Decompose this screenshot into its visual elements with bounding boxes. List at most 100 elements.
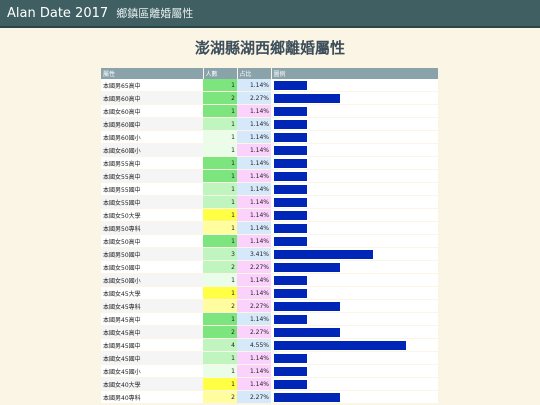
row-percent: 4.55%: [237, 338, 271, 352]
row-count: 2: [203, 390, 237, 404]
table-row: 本國女60國小 1 1.14%: [101, 143, 438, 157]
row-percent: 1.14%: [237, 364, 271, 378]
row-attribute: 本國男65高中: [101, 79, 203, 92]
row-legend-cell: [271, 390, 438, 404]
row-legend-cell: [271, 195, 438, 209]
table-row: 本國女50大學 1 1.14%: [101, 208, 438, 222]
row-bar: [274, 327, 340, 337]
table-row: 本國男55國中 1 1.14%: [101, 182, 438, 196]
row-count: 1: [203, 364, 237, 378]
row-legend-cell: [271, 91, 438, 105]
row-bar: [274, 184, 307, 194]
row-percent: 1.14%: [237, 221, 271, 235]
row-count: 1: [203, 234, 237, 248]
row-percent: 2.27%: [237, 325, 271, 339]
row-percent: 1.14%: [237, 208, 271, 222]
row-count: 1: [203, 286, 237, 300]
row-percent: 1.14%: [237, 143, 271, 157]
row-count: 1: [203, 195, 237, 209]
row-attribute: 本國女45專科: [101, 299, 203, 313]
row-bar: [274, 106, 307, 116]
row-count: 2: [203, 299, 237, 313]
row-count: 1: [203, 104, 237, 118]
row-legend-cell: [271, 260, 438, 274]
row-bar: [274, 262, 340, 272]
table-row: 本國男50專科 1 1.14%: [101, 221, 438, 235]
row-bar: [274, 249, 373, 259]
row-legend-cell: [271, 156, 438, 170]
row-bar: [274, 236, 307, 246]
row-legend-cell: [271, 312, 438, 326]
row-bar: [274, 197, 307, 207]
row-attribute: 本國男55高中: [101, 156, 203, 170]
row-bar: [274, 288, 307, 298]
row-bar: [274, 80, 307, 90]
table-row: 本國男65高中 1 1.14%: [101, 79, 438, 92]
row-count: 1: [203, 273, 237, 287]
row-legend-cell: [271, 377, 438, 391]
row-attribute: 本國女50國中: [101, 260, 203, 274]
row-count: 1: [203, 377, 237, 391]
app-subtitle: 鄉鎮區離婚屬性: [116, 7, 194, 20]
row-percent: 1.14%: [237, 273, 271, 287]
table-row: 本國男50國中 3 3.41%: [101, 247, 438, 261]
row-attribute: 本國女40大學: [101, 377, 203, 391]
table-row: 本國男40專科 2 2.27%: [101, 390, 438, 404]
row-count: 3: [203, 247, 237, 261]
row-attribute: 本國女45國中: [101, 351, 203, 365]
row-count: 1: [203, 208, 237, 222]
row-attribute: 本國女50大學: [101, 208, 203, 222]
row-count: 1: [203, 182, 237, 196]
column-header-legend: 圖例: [271, 68, 439, 79]
row-percent: 1.14%: [237, 195, 271, 209]
row-percent: 1.14%: [237, 182, 271, 196]
row-bar: [274, 353, 307, 363]
row-legend-cell: [271, 338, 438, 352]
row-legend-cell: [271, 104, 438, 118]
row-bar: [274, 392, 340, 402]
row-legend-cell: [271, 143, 438, 157]
row-bar: [274, 158, 307, 168]
row-bar: [274, 132, 307, 142]
table-body: 本國男65高中 1 1.14% 本國男60高中 2 2.27% 本國女60高中 1 1.14% 本…: [101, 79, 438, 404]
app-header-bar: Alan Date 2017 鄉鎮區離婚屬性: [0, 0, 540, 28]
row-percent: 1.14%: [237, 104, 271, 118]
row-attribute: 本國男60國小: [101, 130, 203, 144]
row-legend-cell: [271, 117, 438, 131]
row-percent: 1.14%: [237, 312, 271, 326]
table-row: 本國男60高中 2 2.27%: [101, 91, 438, 105]
row-bar: [274, 340, 406, 350]
row-bar: [274, 366, 307, 376]
row-count: 1: [203, 169, 237, 183]
table-row: 本國女45國小 1 1.14%: [101, 364, 438, 378]
divorce-attribute-table: 屬性 人數 占比 圖例 本國男65高中 1 1.14% 本國男60高中 2 2.27% 本國…: [101, 68, 439, 404]
row-attribute: 本國男50國中: [101, 247, 203, 261]
row-attribute: 本國男45高中: [101, 312, 203, 326]
table-row: 本國男45高中 1 1.14%: [101, 312, 438, 326]
row-percent: 1.14%: [237, 79, 271, 92]
table-row: 本國男60國小 1 1.14%: [101, 130, 438, 144]
row-attribute: 本國女55高中: [101, 169, 203, 183]
row-bar: [274, 301, 340, 311]
row-legend-cell: [271, 286, 438, 300]
row-attribute: 本國女45大學: [101, 286, 203, 300]
row-attribute: 本國女60高中: [101, 104, 203, 118]
table-header-row: 屬性 人數 占比 圖例: [101, 68, 439, 79]
table-row: 本國女45大學 1 1.14%: [101, 286, 438, 300]
row-legend-cell: [271, 208, 438, 222]
row-attribute: 本國男40專科: [101, 390, 203, 404]
row-legend-cell: [271, 79, 438, 92]
row-count: 1: [203, 79, 237, 92]
row-legend-cell: [271, 351, 438, 365]
row-attribute: 本國女50國小: [101, 273, 203, 287]
table-row: 本國女40大學 1 1.14%: [101, 377, 438, 391]
row-attribute: 本國女50高中: [101, 234, 203, 248]
row-bar: [274, 119, 307, 129]
table-row: 本國女50國小 1 1.14%: [101, 273, 438, 287]
table-row: 本國女45專科 2 2.27%: [101, 299, 438, 313]
table-row: 本國女45國中 1 1.14%: [101, 351, 438, 365]
row-legend-cell: [271, 169, 438, 183]
row-attribute: 本國男60高中: [101, 91, 203, 105]
row-legend-cell: [271, 247, 438, 261]
row-count: 2: [203, 91, 237, 105]
